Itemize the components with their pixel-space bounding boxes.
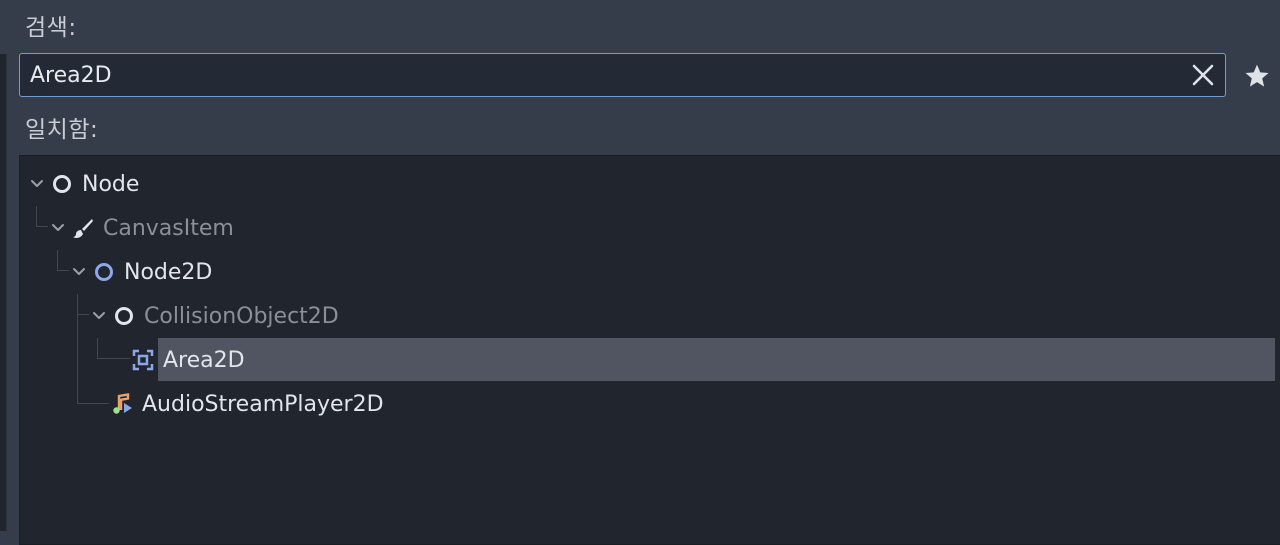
collision-circle-icon: [115, 307, 133, 325]
tree-guide-line: [97, 358, 130, 359]
node-circle-icon: [53, 175, 71, 193]
brush-icon: [73, 219, 93, 238]
chevron-down-icon[interactable]: [91, 308, 107, 324]
tree-row-area2d[interactable]: Area2D: [132, 338, 245, 382]
search-input[interactable]: [30, 54, 1170, 96]
search-label: 검색:: [25, 15, 77, 41]
tree-row-node[interactable]: Node: [29, 162, 139, 206]
chevron-down-icon[interactable]: [71, 264, 87, 280]
close-icon[interactable]: [1191, 63, 1215, 87]
tree-row-label: Node: [82, 171, 140, 197]
selected-row-highlight: [158, 338, 1275, 381]
audio-note-icon: [113, 393, 132, 414]
chevron-down-icon[interactable]: [50, 220, 66, 236]
node2d-circle-icon: [95, 263, 113, 281]
tree-guide-line: [36, 206, 37, 226]
tree-row-collisionobject2d[interactable]: CollisionObject2D: [91, 294, 339, 338]
tree-guide-line: [97, 338, 98, 359]
tree-row-label: CanvasItem: [103, 215, 234, 241]
tree-row-canvasitem[interactable]: CanvasItem: [50, 206, 234, 250]
tree-row-label: CollisionObject2D: [144, 303, 339, 329]
tree-row-label: Area2D: [163, 347, 245, 373]
chevron-down-icon[interactable]: [29, 176, 45, 192]
tree-guide-line: [57, 250, 58, 270]
matches-label: 일치함:: [25, 117, 99, 143]
star-icon[interactable]: [1244, 63, 1270, 89]
left-panel-edge: [0, 54, 7, 531]
search-box[interactable]: [19, 53, 1226, 97]
tree-row-audiostreamplayer2d[interactable]: AudioStreamPlayer2D: [111, 382, 384, 426]
tree-guide-line: [77, 294, 78, 404]
tree-guide-line: [36, 226, 48, 227]
area2d-icon: [132, 349, 154, 371]
tree-guide-line: [77, 403, 109, 404]
tree-guide-line: [57, 270, 69, 271]
tree-row-label: Node2D: [124, 259, 213, 285]
class-tree: Node CanvasItem Node2D CollisionObject2D: [19, 155, 1280, 545]
tree-row-node2d[interactable]: Node2D: [71, 250, 212, 294]
tree-row-label: AudioStreamPlayer2D: [142, 391, 384, 417]
tree-guide-line: [77, 314, 89, 315]
